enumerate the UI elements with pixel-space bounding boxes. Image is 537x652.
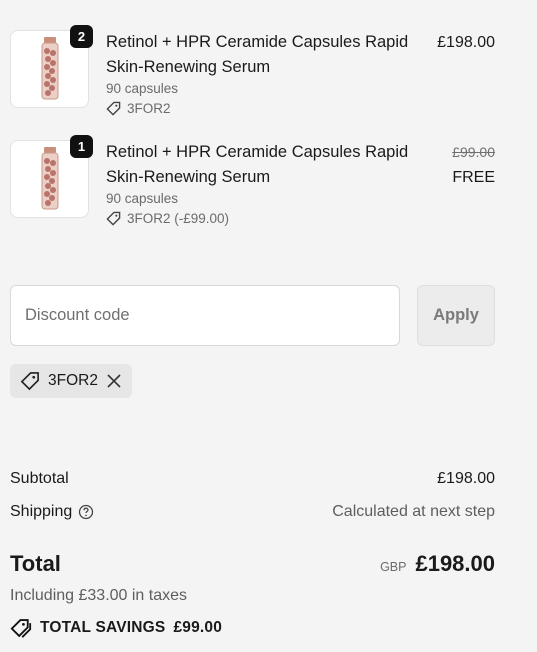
apply-discount-button[interactable]: Apply — [417, 285, 495, 346]
savings-value: £99.00 — [173, 619, 223, 636]
quantity-badge: 2 — [70, 25, 93, 48]
product-bottle-icon — [41, 37, 59, 100]
total-row: Total GBP £198.00 — [10, 551, 495, 577]
currency-code: GBP — [380, 560, 407, 574]
close-icon[interactable] — [106, 373, 122, 389]
quantity-badge: 1 — [70, 135, 93, 158]
item-price: £198.00 — [437, 34, 495, 51]
shipping-label-group: Shipping — [10, 503, 94, 521]
applied-code-label: 3FOR2 — [48, 372, 98, 389]
total-savings: TOTAL SAVINGS £99.00 — [10, 618, 222, 638]
product-title: Retinol + HPR Ceramide Capsules Rapid Sk… — [106, 33, 409, 76]
help-circle-icon[interactable] — [78, 504, 94, 520]
tag-icon — [106, 101, 121, 116]
item-discount-label: 3FOR2 — [127, 101, 171, 116]
item-discount: 3FOR2 (-£99.00) — [106, 211, 229, 226]
total-label: Total — [10, 551, 61, 576]
applied-discount-chip: 3FOR2 — [10, 364, 132, 398]
tag-icon — [10, 619, 32, 638]
item-discount: 3FOR2 — [106, 101, 171, 116]
subtotal-value: £198.00 — [437, 470, 495, 487]
subtotal-label: Subtotal — [10, 470, 69, 487]
product-variant: 90 capsules — [106, 191, 179, 206]
shipping-value: Calculated at next step — [332, 503, 495, 520]
product-variant: 90 capsules — [106, 81, 179, 96]
item-price: FREE — [452, 169, 495, 186]
savings-label: TOTAL SAVINGS — [40, 619, 166, 636]
total-amount: £198.00 — [415, 551, 495, 576]
shipping-row: Shipping Calculated at next step — [10, 503, 495, 521]
tag-icon — [106, 211, 121, 226]
shipping-label: Shipping — [10, 503, 73, 520]
item-price-block: £99.00 FREE — [452, 140, 495, 190]
subtotal-row: Subtotal £198.00 — [10, 470, 495, 488]
item-discount-label: 3FOR2 (-£99.00) — [127, 211, 230, 226]
original-price: £99.00 — [452, 144, 495, 160]
discount-code-input[interactable] — [10, 285, 400, 346]
tag-icon — [20, 372, 39, 391]
product-title: Retinol + HPR Ceramide Capsules Rapid Sk… — [106, 143, 409, 186]
taxes-note: Including £33.00 in taxes — [10, 587, 188, 604]
total-value-group: GBP £198.00 — [380, 551, 495, 577]
product-bottle-icon — [41, 147, 59, 210]
